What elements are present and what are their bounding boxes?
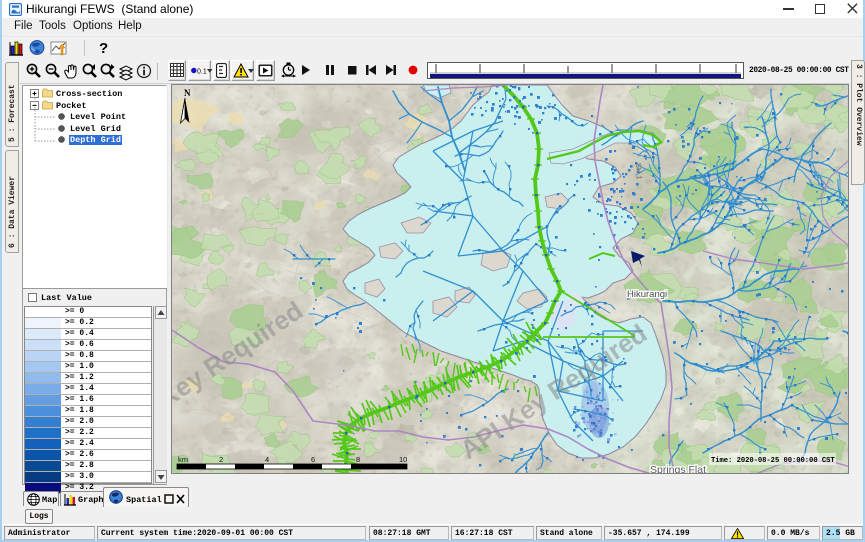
svg-text:Springs Flat: Springs Flat bbox=[650, 464, 706, 474]
svg-text:2: 2 bbox=[219, 455, 223, 464]
svg-text:0.1: 0.1 bbox=[197, 68, 207, 75]
svg-text:Time: 2020-08-25 00:00:00 CST: Time: 2020-08-25 00:00:00 CST bbox=[711, 457, 835, 465]
svg-text:10: 10 bbox=[399, 455, 407, 464]
svg-text:N: N bbox=[184, 88, 191, 98]
svg-text:4: 4 bbox=[265, 455, 269, 464]
svg-text:?: ? bbox=[99, 40, 108, 57]
svg-text:SH 1: SH 1 bbox=[634, 163, 644, 180]
svg-text:8: 8 bbox=[356, 455, 360, 464]
svg-text:Hikurangi: Hikurangi bbox=[627, 289, 667, 300]
svg-text:km: km bbox=[178, 455, 188, 464]
svg-text:6: 6 bbox=[311, 455, 315, 464]
